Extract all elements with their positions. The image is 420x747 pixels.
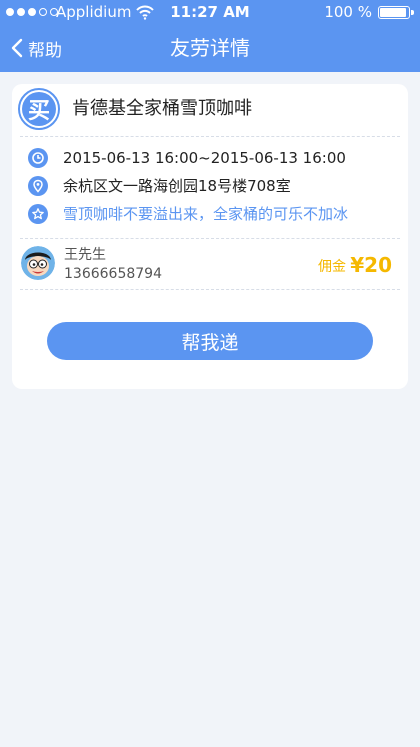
buy-badge: 买: [18, 88, 60, 130]
help-deliver-button[interactable]: 帮我递: [47, 322, 373, 360]
requester-name: 王先生: [64, 247, 106, 263]
task-header: 买 肯德基全家桶雪顶咖啡: [12, 84, 408, 134]
divider: [20, 238, 400, 239]
status-bar: Applidium 11:27 AM 100 %: [0, 0, 420, 24]
time-row: 2015-06-13 16:00~2015-06-13 16:00: [12, 146, 408, 172]
clock-icon: [28, 148, 48, 168]
avatar: [21, 246, 55, 280]
buy-badge-label: 买: [22, 92, 56, 126]
task-card: 买 肯德基全家桶雪顶咖啡 2015-06-13 16:00~2015-06-13…: [12, 84, 408, 389]
star-icon: [28, 204, 48, 224]
location-icon: [28, 176, 48, 196]
page-title: 友劳详情: [170, 36, 250, 60]
top-bar: Applidium 11:27 AM 100 % 帮助 友劳详情: [0, 0, 420, 72]
fee-value: ¥20: [350, 253, 392, 277]
task-title: 肯德基全家桶雪顶咖啡: [72, 98, 252, 119]
requester-phone[interactable]: 13666658794: [64, 265, 162, 283]
divider: [20, 289, 400, 290]
fee-label: 佣金: [318, 259, 346, 275]
battery-icon: [378, 6, 414, 19]
task-note: 雪顶咖啡不要溢出来，全家桶的可乐不加冰: [63, 205, 349, 223]
divider: [20, 136, 400, 137]
address-row: 余杭区文一路海创园18号楼708室: [12, 174, 408, 200]
address: 余杭区文一路海创园18号楼708室: [63, 177, 291, 195]
note-row: 雪顶咖啡不要溢出来，全家桶的可乐不加冰: [12, 202, 408, 228]
battery-percent: 100 %: [324, 3, 372, 21]
time-range: 2015-06-13 16:00~2015-06-13 16:00: [63, 149, 346, 167]
requester-row: 王先生 13666658794 佣金 ¥20: [12, 244, 408, 288]
